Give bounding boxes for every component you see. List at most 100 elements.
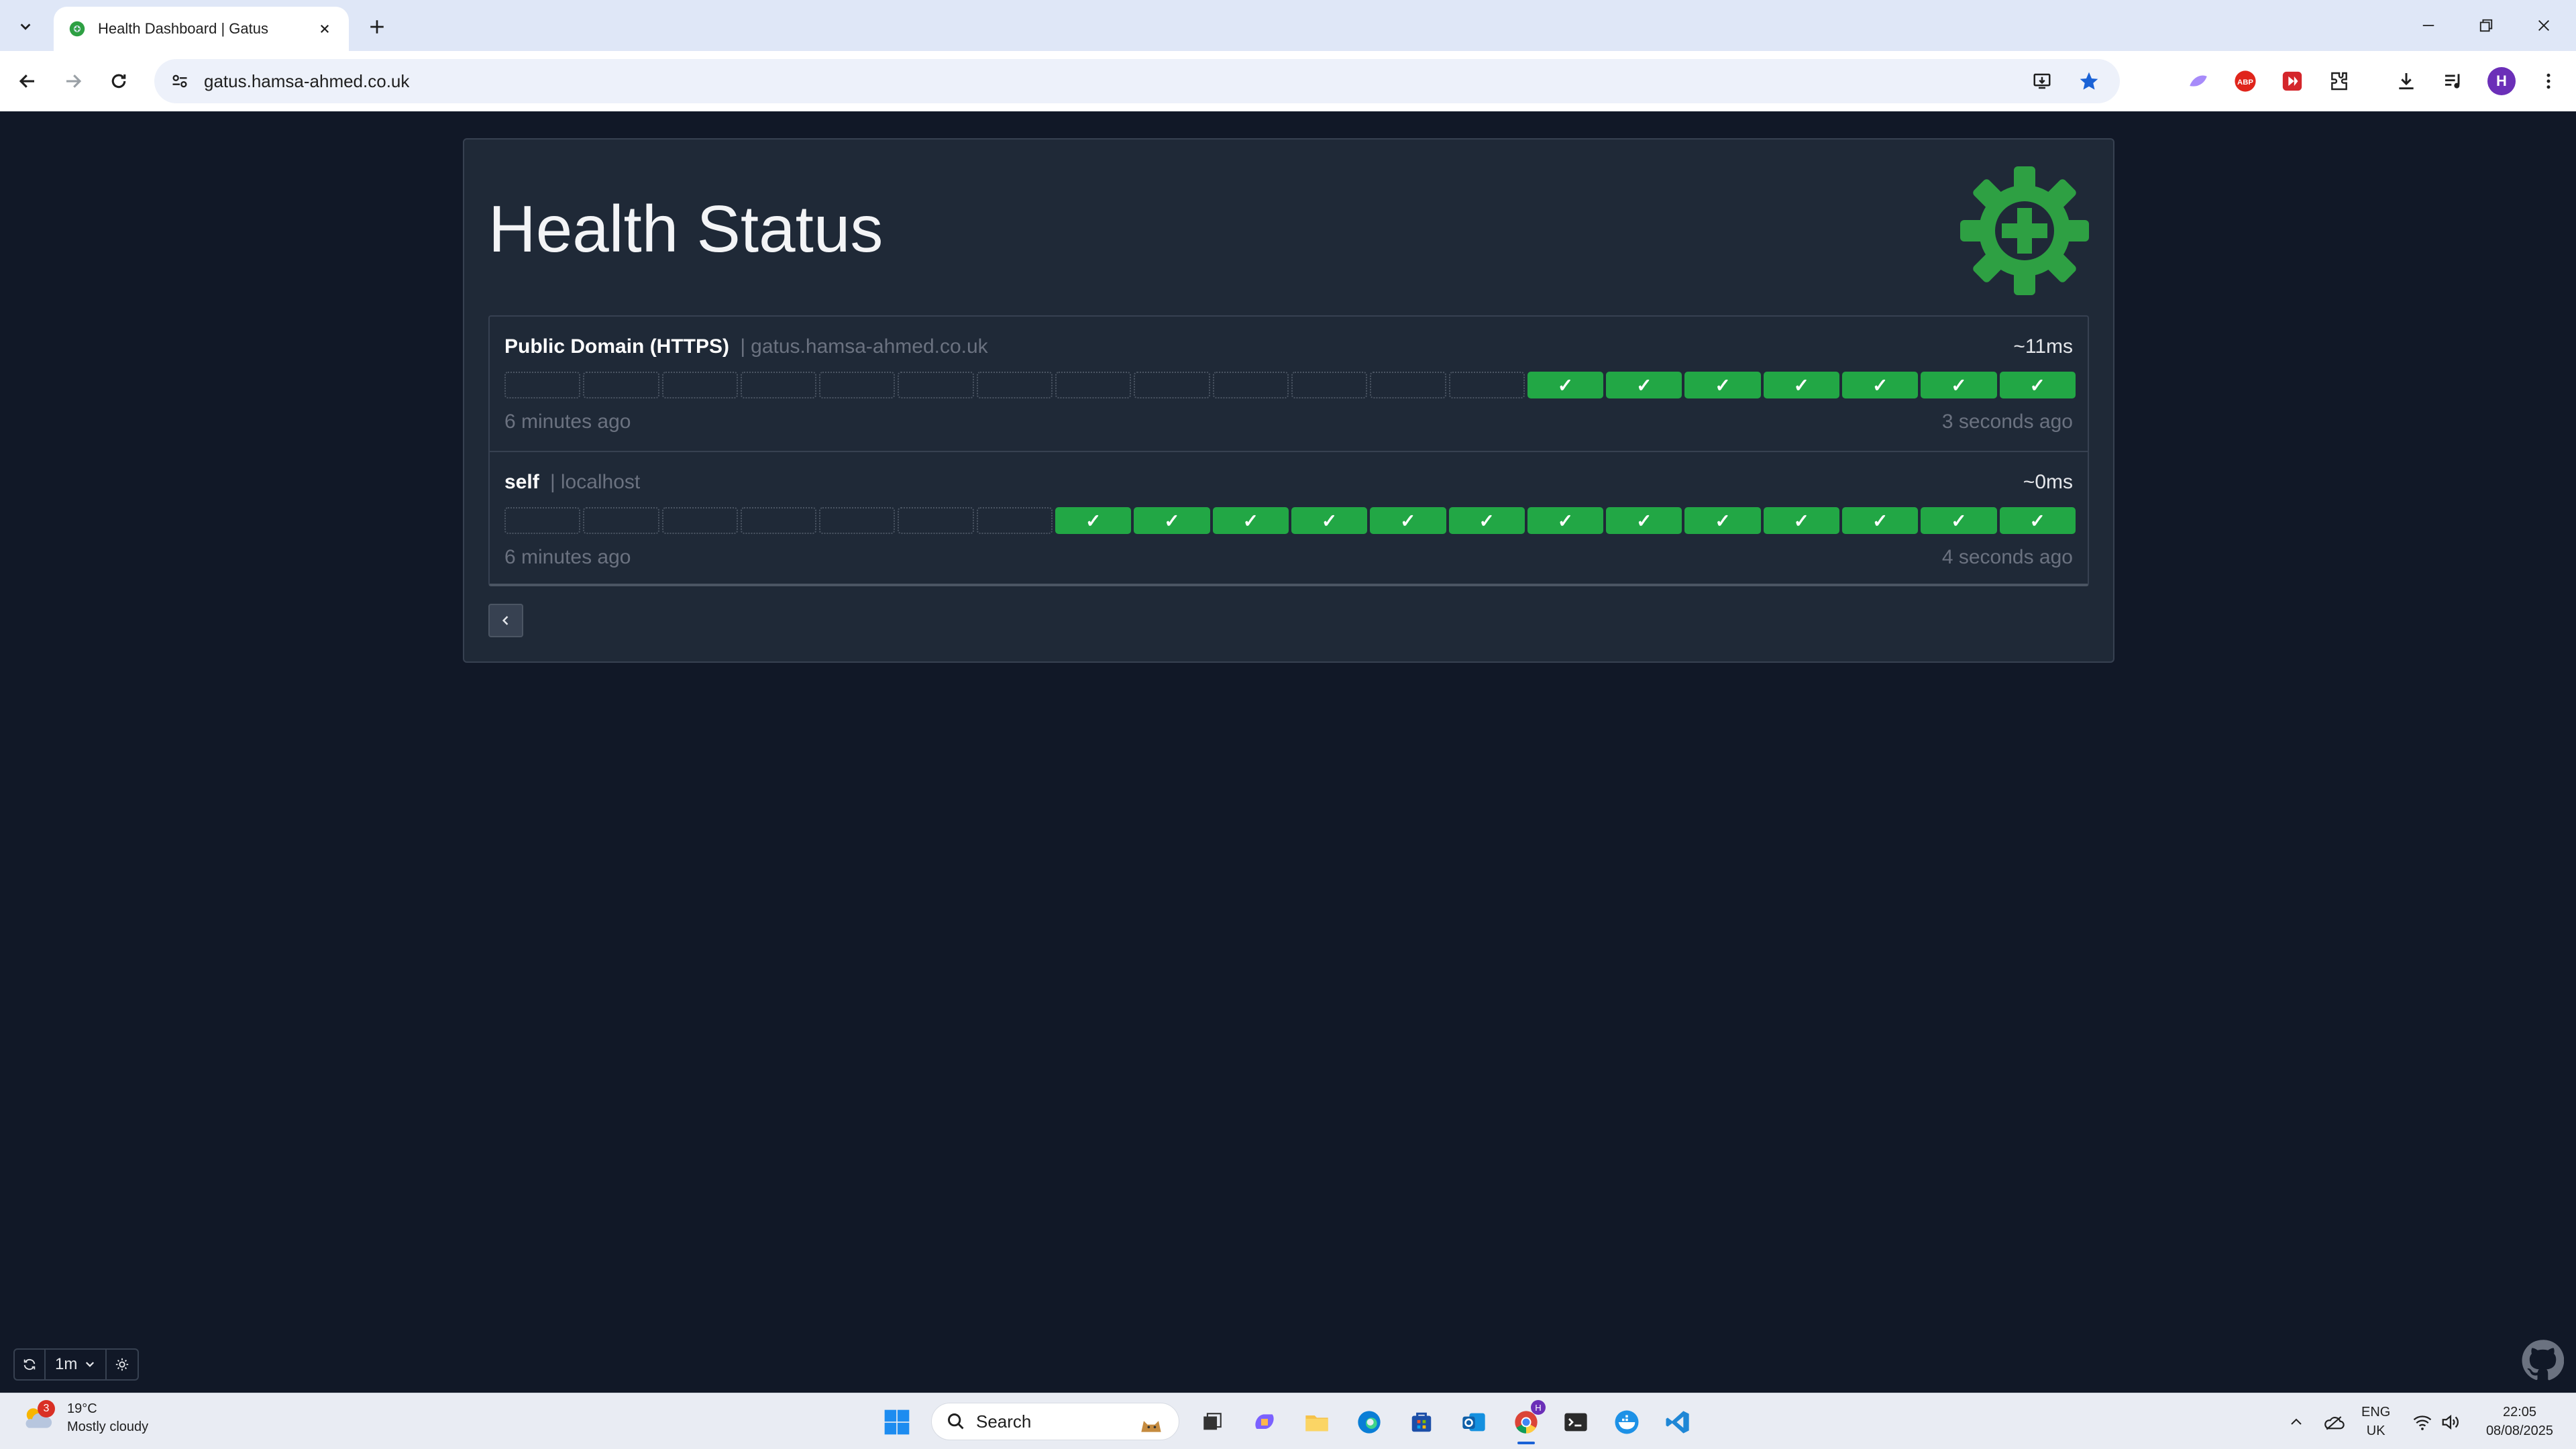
- bookmark-button[interactable]: [2073, 65, 2105, 97]
- browser-menu-button[interactable]: [2532, 64, 2565, 98]
- page-title: Health Status: [488, 192, 883, 266]
- file-explorer-button[interactable]: [1300, 1405, 1334, 1439]
- newest-result-time: 3 seconds ago: [1941, 411, 2073, 433]
- task-view-icon: [1203, 1413, 1222, 1430]
- show-hidden-icons-button[interactable]: [2279, 1405, 2313, 1439]
- previous-page-button[interactable]: [488, 604, 523, 637]
- settings-bar: 1m: [13, 1348, 140, 1381]
- store-button[interactable]: [1405, 1405, 1438, 1439]
- restore-icon: [2479, 19, 2493, 32]
- status-bar-success[interactable]: ✓: [1763, 507, 1840, 534]
- status-bar-success[interactable]: ✓: [1448, 507, 1525, 534]
- response-time: ~11ms: [2013, 335, 2073, 358]
- extension-button-1[interactable]: [2182, 64, 2215, 98]
- task-view-button[interactable]: [1195, 1405, 1229, 1439]
- close-icon: [320, 24, 329, 34]
- clock[interactable]: 22:05 08/08/2025: [2478, 1403, 2561, 1440]
- status-bar-success[interactable]: ✓: [1921, 507, 1997, 534]
- media-controls-button[interactable]: [2436, 64, 2470, 98]
- status-bar-success[interactable]: ✓: [1999, 507, 2076, 534]
- chrome-profile-badge: H: [1531, 1400, 1546, 1415]
- svg-text:ABP: ABP: [2237, 78, 2253, 87]
- language-indicator[interactable]: ENG UK: [2361, 1403, 2390, 1440]
- minimize-button[interactable]: [2408, 9, 2449, 42]
- docker-button[interactable]: [1610, 1405, 1644, 1439]
- chevron-left-icon: [502, 616, 508, 625]
- site-info-icon[interactable]: [170, 72, 189, 91]
- terminal-icon: [1564, 1413, 1587, 1432]
- status-bar-success[interactable]: ✓: [1134, 507, 1210, 534]
- tab-close-button[interactable]: [314, 18, 335, 40]
- status-bar-success[interactable]: ✓: [1527, 372, 1604, 398]
- reload-button[interactable]: [102, 64, 136, 98]
- extension-icon: [2331, 72, 2347, 91]
- refresh-button[interactable]: [15, 1350, 46, 1379]
- address-bar[interactable]: gatus.hamsa-ahmed.co.uk: [154, 59, 2120, 103]
- search-icon: [948, 1413, 964, 1430]
- install-app-button[interactable]: [2026, 65, 2058, 97]
- status-bar-success[interactable]: ✓: [1842, 507, 1919, 534]
- speaker-icon: [2442, 1414, 2459, 1430]
- profile-avatar[interactable]: H: [2487, 67, 2516, 95]
- extensions-menu-button[interactable]: [2322, 64, 2356, 98]
- status-bar-empty: [740, 507, 817, 534]
- downloads-button[interactable]: [2390, 64, 2423, 98]
- status-bar-success[interactable]: ✓: [1999, 372, 2076, 398]
- restore-button[interactable]: [2466, 9, 2506, 42]
- volume-button[interactable]: [2434, 1405, 2467, 1439]
- status-bar-empty: [1370, 372, 1446, 398]
- chevron-down-icon: [86, 1362, 95, 1367]
- weather-badge: 3: [38, 1400, 55, 1417]
- edge-icon: [1358, 1411, 1381, 1434]
- endpoint-name[interactable]: Public Domain (HTTPS): [504, 335, 729, 358]
- status-bar-success[interactable]: ✓: [1606, 372, 1682, 398]
- status-history: ✓ ✓ ✓ ✓ ✓ ✓ ✓: [504, 372, 2076, 398]
- vscode-button[interactable]: [1661, 1405, 1695, 1439]
- status-bar-empty: [661, 507, 738, 534]
- status-bar-success[interactable]: ✓: [1055, 507, 1132, 534]
- forward-button[interactable]: [56, 64, 90, 98]
- status-bar-success[interactable]: ✓: [1370, 507, 1446, 534]
- copilot-button[interactable]: [1248, 1405, 1281, 1439]
- endpoint-row[interactable]: self | localhost ~0ms ✓ ✓ ✓ ✓ ✓ ✓ ✓ ✓ ✓ ✓ ✓ ✓ ✓ 6 min…: [490, 451, 2088, 585]
- close-window-button[interactable]: [2524, 9, 2564, 42]
- status-bar-empty: [504, 372, 581, 398]
- tab-search-button[interactable]: [12, 13, 39, 40]
- refresh-interval-select[interactable]: 1m: [46, 1350, 107, 1379]
- media-extension-button[interactable]: [2275, 64, 2309, 98]
- status-bar-success[interactable]: ✓: [1763, 372, 1840, 398]
- edge-button[interactable]: [1352, 1405, 1386, 1439]
- start-button[interactable]: [880, 1405, 914, 1439]
- outlook-button[interactable]: [1457, 1405, 1491, 1439]
- status-bar-success[interactable]: ✓: [1212, 507, 1289, 534]
- refresh-icon: [23, 1358, 36, 1371]
- endpoint-hostname: gatus.hamsa-ahmed.co.uk: [751, 335, 988, 358]
- adblock-extension-button[interactable]: ABP: [2229, 64, 2262, 98]
- onedrive-button[interactable]: [2317, 1405, 2351, 1439]
- terminal-button[interactable]: [1559, 1405, 1593, 1439]
- wifi-icon: [2413, 1415, 2432, 1430]
- status-bar-success[interactable]: ✓: [1527, 507, 1604, 534]
- status-bar-success[interactable]: ✓: [1921, 372, 1997, 398]
- github-icon[interactable]: [2521, 1339, 2564, 1382]
- status-bar-empty: [583, 372, 659, 398]
- endpoint-row[interactable]: Public Domain (HTTPS) | gatus.hamsa-ahmed…: [490, 317, 2088, 451]
- status-bar-empty: [1212, 372, 1289, 398]
- status-bar-success[interactable]: ✓: [1842, 372, 1919, 398]
- media-extension-icon: [2282, 71, 2302, 91]
- theme-toggle-button[interactable]: [107, 1350, 138, 1379]
- browser-tab[interactable]: Health Dashboard | Gatus: [54, 7, 349, 51]
- endpoint-name[interactable]: self: [504, 471, 539, 493]
- chrome-taskbar-button[interactable]: H: [1509, 1400, 1546, 1444]
- taskbar-search[interactable]: Search: [931, 1403, 1179, 1440]
- back-button[interactable]: [11, 64, 44, 98]
- status-bar-success[interactable]: ✓: [1684, 372, 1761, 398]
- new-tab-button[interactable]: [362, 12, 392, 42]
- status-bar-success[interactable]: ✓: [1606, 507, 1682, 534]
- status-bar-empty: [819, 507, 896, 534]
- plus-icon: [370, 20, 384, 34]
- weather-widget[interactable]: 3 19°C Mostly cloudy: [20, 1400, 148, 1436]
- forward-icon: [66, 74, 82, 88]
- status-bar-success[interactable]: ✓: [1684, 507, 1761, 534]
- status-bar-success[interactable]: ✓: [1291, 507, 1368, 534]
